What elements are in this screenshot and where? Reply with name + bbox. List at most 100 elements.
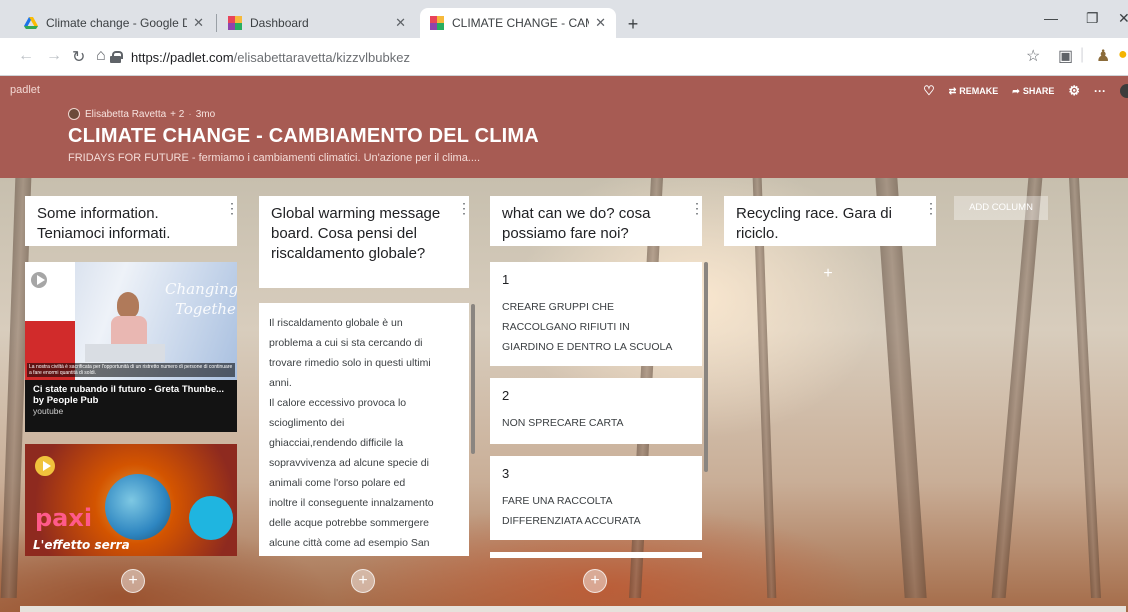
column-title: Some information. Teniamoci informati. (37, 205, 171, 242)
video-source: youtube (33, 406, 64, 416)
home-icon[interactable]: ⌂ (96, 47, 106, 65)
video-post-greta[interactable]: Changing Together La nostra civiltà è sa… (25, 262, 237, 432)
column-menu-icon[interactable]: ⋮ (457, 201, 471, 215)
url-host: https://padlet.com (131, 49, 234, 65)
action-post-1[interactable]: 1 CREARE GRUPPI CHE RACCOLGANO RIFIUTI I… (490, 262, 702, 366)
thumb-logo-text: paxi (35, 504, 93, 532)
minimize-icon[interactable]: — (1044, 10, 1058, 26)
extension-icon[interactable]: ● (1118, 46, 1128, 64)
column-title: Global warming message board. Cosa pensi… (271, 205, 441, 262)
address-bar[interactable]: https://padlet.com/elisabettaravetta/kiz… (110, 43, 1070, 71)
lock-icon (110, 51, 123, 63)
speaker-figure (117, 292, 139, 318)
gear-icon[interactable]: ⚙ (1068, 83, 1080, 99)
padlet-icon (228, 16, 242, 30)
author-name: Elisabetta Ravetta (85, 108, 167, 120)
padlet-logo[interactable]: padlet (10, 84, 40, 96)
post-number: 1 (502, 272, 510, 287)
post-text-line: alcune città come ad esempio San (269, 537, 430, 549)
background-tree (1068, 178, 1102, 598)
back-icon[interactable]: ← (18, 47, 34, 65)
extension-icon[interactable]: ▣ (1058, 46, 1073, 66)
text-post-global-warming[interactable]: Il riscaldamento globale è un problema a … (259, 303, 469, 556)
close-tab-icon[interactable]: ✕ (595, 15, 606, 31)
page-subtitle: FRIDAYS FOR FUTURE - fermiamo i cambiame… (68, 152, 481, 164)
padlet-header: padlet ♡ ⇄ REMAKE ➦ SHARE ⚙ ··· Elisabetta… (0, 76, 1128, 178)
tab-divider (216, 14, 217, 32)
post-text: CREARE GRUPPI CHE (502, 301, 615, 313)
post-text: DIFFERENZIATA ACCURATA (502, 515, 641, 527)
column-header-global-warming[interactable]: Global warming message board. Cosa pensi… (259, 196, 471, 288)
bookmark-star-icon[interactable]: ☆ (1026, 46, 1040, 66)
profile-icon[interactable]: ♟ (1096, 46, 1110, 66)
thumb-overlay-text: L'effetto serra (33, 538, 130, 552)
action-post-2[interactable]: 2 NON SPRECARE CARTA (490, 378, 702, 444)
tab-dashboard[interactable]: Dashboard ✕ (218, 8, 416, 38)
separator-dot: · (188, 108, 192, 120)
browser-toolbar: ← → ↻ ⌂ https://padlet.com/elisabettarav… (0, 38, 1128, 76)
add-post-button[interactable]: + (816, 262, 840, 286)
play-icon[interactable] (35, 456, 55, 476)
post-text-line: Il calore eccessivo provoca lo (269, 397, 407, 409)
column-header-recycling-race[interactable]: Recycling race. Gara di riciclo. ⋮ (724, 196, 938, 246)
add-post-button[interactable]: + (351, 569, 375, 593)
post-text-line: sopravvivenza ad alcune specie di (269, 457, 429, 469)
share-label: SHARE (1022, 86, 1055, 96)
play-icon[interactable] (29, 270, 49, 290)
tab-climate-change[interactable]: CLIMATE CHANGE - CAMBIAMENT ✕ (420, 8, 616, 38)
close-tab-icon[interactable]: ✕ (395, 15, 406, 31)
action-post-3[interactable]: 3 FARE UNA RACCOLTA DIFFERENZIATA ACCURA… (490, 456, 702, 540)
video-title: Ci state rubando il futuro - Greta Thunb… (33, 384, 225, 395)
post-text-line: scioglimento dei (269, 417, 345, 429)
tab-google-drive[interactable]: Climate change - Google Drive ✕ (14, 8, 214, 38)
tab-title: Dashboard (250, 16, 309, 30)
author-avatar[interactable] (68, 108, 80, 120)
new-tab-button[interactable]: + (622, 13, 644, 35)
google-drive-icon (24, 17, 38, 29)
background-tree (991, 178, 1043, 598)
close-window-icon[interactable]: ✕ (1118, 10, 1128, 27)
post-text-line: delle acque potrebbe sommergere (269, 517, 429, 529)
close-tab-icon[interactable]: ✕ (193, 15, 204, 31)
post-number: 3 (502, 466, 510, 481)
column-header-what-can-we-do[interactable]: what can we do? cosa possiamo fare noi? … (490, 196, 704, 246)
column-title: what can we do? cosa possiamo fare noi? (502, 205, 651, 242)
board-horizontal-scrollbar[interactable] (20, 606, 1126, 612)
column-menu-icon[interactable]: ⋮ (225, 201, 239, 215)
video-author: by People Pub (33, 395, 99, 406)
share-icon: ➦ (1012, 85, 1020, 96)
post-text-line: anni. (269, 377, 292, 389)
column-scrollbar[interactable] (471, 304, 475, 454)
remake-label: REMAKE (959, 86, 999, 96)
post-age: 3mo (195, 108, 216, 120)
column-header-information[interactable]: Some information. Teniamoci informati. ⋮ (25, 196, 239, 246)
padlet-icon (430, 16, 444, 30)
more-icon[interactable]: ··· (1094, 84, 1106, 98)
video-thumbnail[interactable]: Changing Together La nostra civiltà è sa… (25, 262, 237, 380)
restore-icon[interactable]: ❐ (1086, 10, 1099, 27)
post-text-line: trovare rimedio solo in questi ultimi (269, 357, 431, 369)
add-column-button[interactable]: ADD COLUMN (954, 196, 1048, 220)
header-actions: ♡ ⇄ REMAKE ➦ SHARE ⚙ ··· (909, 83, 1128, 99)
heart-icon[interactable]: ♡ (923, 83, 935, 99)
post-text: FARE UNA RACCOLTA (502, 495, 613, 507)
post-text: RACCOLGANO RIFIUTI IN (502, 321, 630, 333)
reload-icon[interactable]: ↻ (72, 47, 85, 67)
video-post-effetto-serra[interactable]: paxi L'effetto serra (25, 444, 237, 556)
user-avatar[interactable] (1120, 84, 1128, 98)
collaborators-count: + 2 (170, 108, 185, 120)
remake-button[interactable]: ⇄ REMAKE (949, 86, 999, 97)
add-post-button[interactable]: + (583, 569, 607, 593)
earth-image (105, 474, 171, 540)
action-post-next[interactable] (490, 552, 702, 558)
add-post-button[interactable]: + (121, 569, 145, 593)
column-scrollbar[interactable] (704, 262, 708, 472)
toolbar-divider: | (1080, 46, 1085, 63)
column-title: Recycling race. Gara di riciclo. (736, 205, 892, 242)
column-menu-icon[interactable]: ⋮ (690, 201, 704, 215)
share-button[interactable]: ➦ SHARE (1012, 86, 1054, 97)
column-menu-icon[interactable]: ⋮ (924, 201, 938, 215)
forward-icon[interactable]: → (46, 47, 62, 65)
tab-title: Climate change - Google Drive (46, 16, 188, 30)
sun-image (189, 496, 233, 540)
